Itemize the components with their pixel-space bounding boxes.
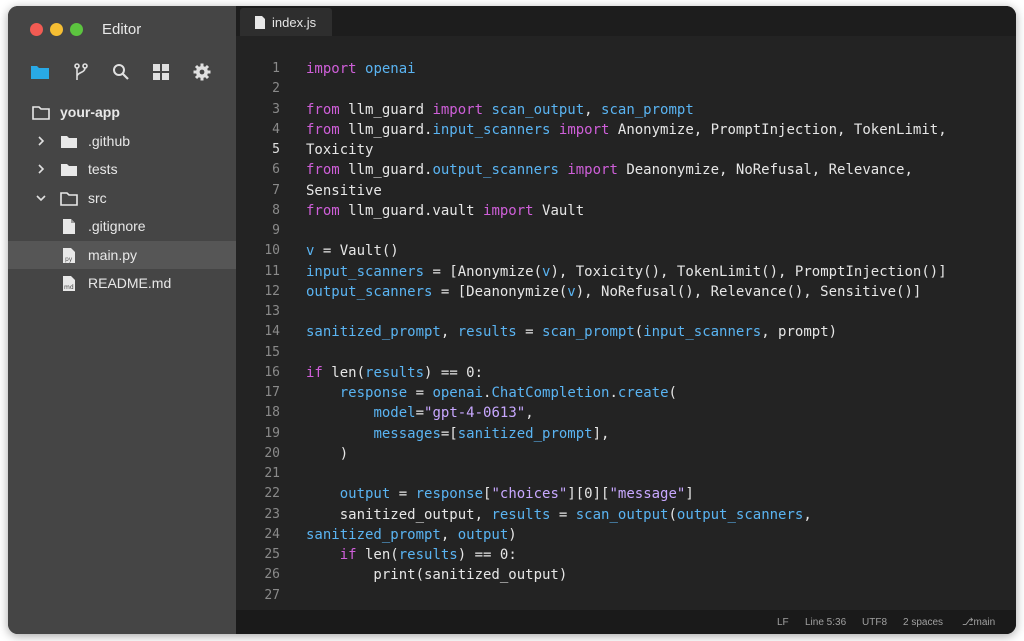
tree-item-label: .github	[88, 133, 131, 149]
folder-icon	[60, 132, 78, 150]
line-number: 21	[264, 466, 280, 481]
code-line[interactable]: messages=[sanitized_prompt],	[306, 424, 609, 444]
line-number: 16	[264, 364, 280, 380]
tree-item-label: tests	[88, 161, 118, 177]
explorer-root-label: your-app	[60, 104, 120, 120]
line-number: 5	[272, 142, 280, 157]
git-branch-icon: ⎇	[962, 617, 974, 628]
status-branch[interactable]: ⎇main	[962, 617, 995, 628]
line-number: 3	[272, 101, 280, 117]
line-number: 22	[264, 486, 280, 502]
code-line[interactable]: output_scanners = [Deanonymize(v), NoRef…	[306, 282, 921, 302]
extensions-icon[interactable]	[148, 60, 174, 84]
line-number: 2	[272, 81, 280, 97]
minimize-window-button[interactable]	[50, 23, 63, 36]
maximize-window-button[interactable]	[70, 23, 83, 36]
line-number: 13	[264, 304, 280, 319]
line-number: 7	[272, 182, 280, 198]
code-line[interactable]: )	[306, 444, 348, 464]
tree-item-label: main.py	[88, 247, 138, 263]
tab-label: index.js	[272, 14, 317, 30]
line-number: 26	[264, 567, 280, 583]
sidebar: Editor your-app .github tests src .gitig…	[8, 6, 236, 634]
tree-item-readme[interactable]: md README.md	[8, 269, 236, 297]
window-title: Editor	[102, 21, 142, 38]
tree-item-github[interactable]: .github	[8, 127, 236, 155]
tree-item-src[interactable]: src	[8, 184, 236, 212]
svg-text:py: py	[65, 256, 73, 263]
line-number: 6	[272, 162, 280, 178]
code-line[interactable]: sanitized_output, results = scan_output(…	[306, 505, 812, 525]
line-number: 12	[264, 283, 280, 299]
gear-icon[interactable]	[189, 60, 215, 84]
code-line[interactable]: sanitized_prompt, output)	[306, 525, 517, 545]
folder-icon	[60, 160, 78, 178]
tree-item-label: src	[88, 190, 107, 206]
code-line[interactable]: from llm_guard.input_scanners import Ano…	[306, 120, 947, 140]
tree-item-label: .gitignore	[88, 218, 146, 234]
tab-bar: index.js	[236, 6, 1016, 36]
status-indentation[interactable]: 2 spaces	[903, 617, 943, 628]
line-number: 15	[264, 344, 280, 360]
python-file-icon: py	[60, 246, 78, 264]
line-number: 8	[272, 202, 280, 218]
code-line[interactable]: import openai	[306, 59, 416, 79]
code-line[interactable]: v = Vault()	[306, 241, 399, 261]
line-number: 1	[272, 61, 280, 76]
chevron-down-icon	[34, 191, 48, 205]
folder-icon[interactable]	[27, 60, 53, 84]
git-branch-icon[interactable]	[68, 60, 94, 84]
editor-window: Editor your-app .github tests src .gitig…	[8, 6, 1016, 634]
editor-area: index.js 1 2 3 4 5 6 7 8 9 10 11 12 13 14 15 16 17 18 19 20…	[236, 6, 1016, 634]
tree-item-gitignore[interactable]: .gitignore	[8, 212, 236, 240]
line-number: 18	[264, 405, 280, 421]
code-line[interactable]: output = response["choices"][0]["message…	[306, 484, 694, 504]
chevron-right-icon	[34, 162, 48, 176]
status-cursor-position[interactable]: Line 5:36	[805, 617, 846, 628]
folder-outline-icon	[32, 103, 50, 121]
code-line[interactable]: if len(results) == 0:	[306, 545, 517, 565]
search-icon[interactable]	[108, 60, 134, 84]
svg-text:md: md	[64, 284, 74, 291]
code-line[interactable]: from llm_guard.vault import Vault	[306, 201, 584, 221]
line-number: 23	[264, 506, 280, 522]
line-number: 20	[264, 445, 280, 461]
close-window-button[interactable]	[30, 23, 43, 36]
code-line[interactable]: if len(results) == 0:	[306, 363, 483, 383]
tab-index-js[interactable]: index.js	[240, 8, 332, 36]
markdown-file-icon: md	[60, 274, 78, 292]
status-encoding[interactable]: UTF8	[862, 617, 887, 628]
tree-item-main-py[interactable]: py main.py	[8, 241, 236, 269]
line-number: 11	[264, 263, 280, 279]
tree-item-label: README.md	[88, 275, 172, 291]
status-bar: LF Line 5:36 UTF8 2 spaces ⎇main	[236, 610, 1016, 634]
line-number: 25	[264, 547, 280, 562]
status-branch-label: main	[973, 617, 996, 628]
file-icon	[60, 217, 78, 235]
status-eol[interactable]: LF	[777, 617, 789, 628]
chevron-right-icon	[34, 134, 48, 148]
code-line[interactable]: from llm_guard import scan_output, scan_…	[306, 100, 694, 120]
code-line[interactable]: Sensitive	[306, 181, 382, 201]
code-line[interactable]: response = openai.ChatCompletion.create(	[306, 383, 677, 403]
line-number: 24	[264, 526, 280, 542]
code-line[interactable]: print(sanitized_output)	[306, 565, 567, 585]
line-number: 27	[264, 587, 280, 603]
code-line[interactable]: from llm_guard.output_scanners import De…	[306, 160, 913, 180]
line-number: 4	[272, 121, 280, 137]
code-line[interactable]: input_scanners = [Anonymize(v), Toxicity…	[306, 262, 947, 282]
file-icon	[254, 15, 266, 30]
code-line[interactable]: model="gpt-4-0613",	[306, 403, 533, 423]
line-number: 14	[264, 324, 280, 340]
line-number: 10	[264, 243, 280, 259]
line-number: 17	[264, 385, 280, 400]
code-line[interactable]: sanitized_prompt, results = scan_prompt(…	[306, 322, 837, 342]
line-number: 19	[264, 425, 280, 441]
line-number: 9	[272, 223, 280, 238]
folder-outline-icon	[60, 189, 78, 207]
explorer-root[interactable]: your-app	[8, 98, 236, 126]
tree-item-tests[interactable]: tests	[8, 155, 236, 183]
code-line[interactable]: Toxicity	[306, 140, 373, 160]
